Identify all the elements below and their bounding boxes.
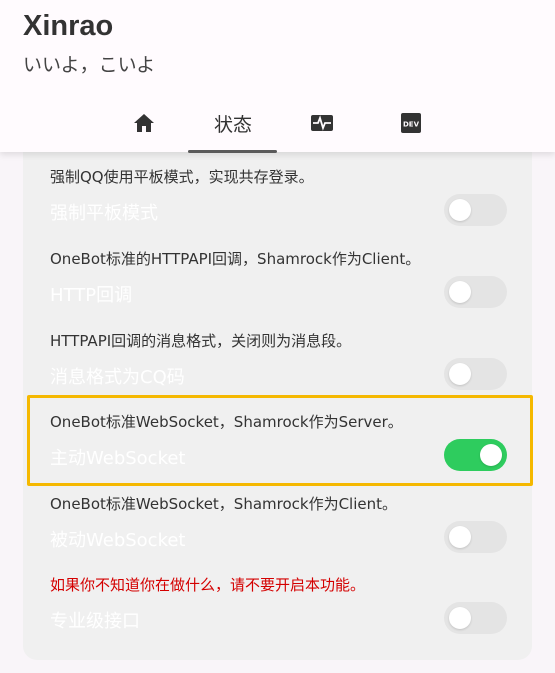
setting-title: 强制平板模式 <box>50 203 158 224</box>
setting-description: HTTPAPI回调的消息格式，关闭则为消息段。 <box>50 332 352 350</box>
setting-cq-code-format: HTTPAPI回调的消息格式，关闭则为消息段。 消息格式为CQ码 <box>24 330 533 412</box>
switch-knob <box>449 607 471 629</box>
svg-text:DEV: DEV <box>403 121 420 129</box>
setting-description: OneBot标准的HTTPAPI回调，Shamrock作为Client。 <box>50 250 421 268</box>
switch-knob <box>449 363 471 385</box>
cq-code-format-switch[interactable] <box>444 358 507 390</box>
active-websocket-switch[interactable] <box>444 439 507 471</box>
dev-icon: DEV <box>401 113 421 133</box>
setting-title: 消息格式为CQ码 <box>50 367 185 388</box>
switch-knob <box>449 199 471 221</box>
setting-passive-websocket: OneBot标准WebSocket，Shamrock作为Client。 被动We… <box>24 493 533 575</box>
tab-indicator <box>188 150 277 153</box>
setting-description: OneBot标准WebSocket，Shamrock作为Client。 <box>50 495 398 513</box>
setting-title: 主动WebSocket <box>50 448 186 469</box>
force-tablet-mode-switch[interactable] <box>444 194 507 226</box>
heartbeat-monitor-icon <box>311 115 333 131</box>
tab-monitor[interactable] <box>277 94 367 152</box>
app-header: Xinrao いいよ，こいよ 状态 DEV <box>0 0 555 153</box>
tab-home[interactable] <box>99 94 189 152</box>
tab-status[interactable]: 状态 <box>188 94 278 152</box>
passive-websocket-switch[interactable] <box>444 521 507 553</box>
setting-description: OneBot标准WebSocket，Shamrock作为Server。 <box>50 413 403 431</box>
tab-bar: 状态 DEV <box>0 94 555 153</box>
pro-interface-switch[interactable] <box>444 602 507 634</box>
setting-force-tablet-mode: 强制QQ使用平板模式，实现共存登录。 强制平板模式 <box>24 166 533 248</box>
switch-knob <box>480 444 502 466</box>
setting-http-callback: OneBot标准的HTTPAPI回调，Shamrock作为Client。 HTT… <box>24 248 533 330</box>
switch-knob <box>449 526 471 548</box>
http-callback-switch[interactable] <box>444 276 507 308</box>
setting-active-websocket: OneBot标准WebSocket，Shamrock作为Server。 主动We… <box>24 411 533 493</box>
setting-description: 强制QQ使用平板模式，实现共存登录。 <box>50 168 314 186</box>
setting-title: HTTP回调 <box>50 285 133 306</box>
home-icon <box>134 114 154 132</box>
tab-dev[interactable]: DEV <box>366 94 456 152</box>
setting-pro-interface: 如果你不知道你在做什么，请不要开启本功能。 专业级接口 <box>24 574 533 656</box>
setting-title: 专业级接口 <box>50 611 140 632</box>
setting-title: 被动WebSocket <box>50 530 186 551</box>
switch-knob <box>449 281 471 303</box>
tab-status-label: 状态 <box>213 113 252 136</box>
setting-warning-description: 如果你不知道你在做什么，请不要开启本功能。 <box>50 576 366 594</box>
app-title: Xinrao <box>23 10 114 42</box>
app-subtitle: いいよ，こいよ <box>23 54 156 76</box>
